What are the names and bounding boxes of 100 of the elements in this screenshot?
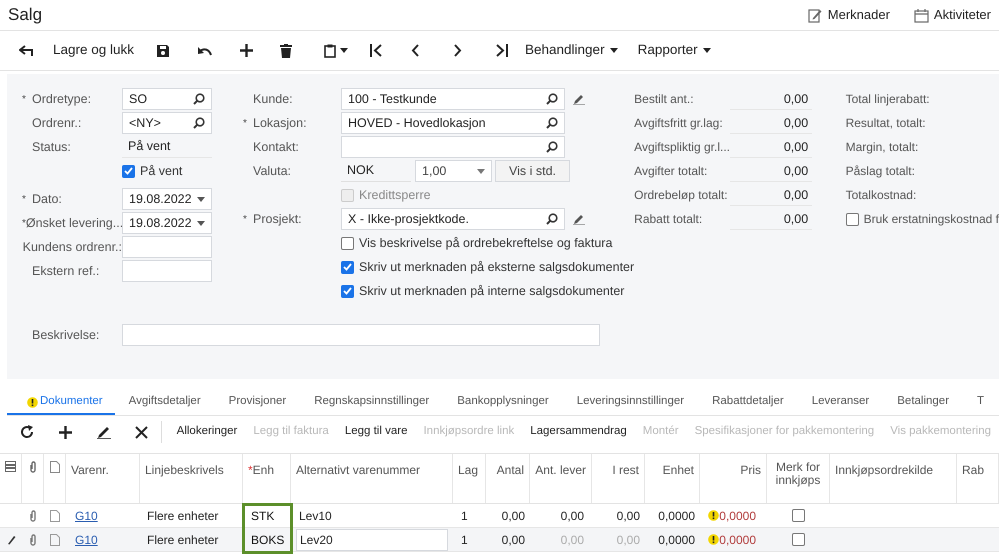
document-icon[interactable] bbox=[50, 534, 60, 546]
search-icon bbox=[546, 93, 558, 105]
summary-label: Avgiftspliktig gr.l... bbox=[634, 139, 730, 156]
toolbar-button[interactable]: Lagersammendrag bbox=[522, 420, 635, 444]
column-header[interactable]: Antal bbox=[496, 464, 524, 477]
checkbox[interactable] bbox=[792, 533, 805, 546]
checkbox-label: Skriv ut merknaden på eksterne salgsdokumenter bbox=[359, 258, 634, 276]
tab[interactable]: Regnskapsinnstillinger bbox=[300, 391, 444, 415]
table-cell-text: 0,0000 bbox=[658, 532, 695, 548]
input-field[interactable]: Lev20 bbox=[296, 528, 448, 550]
column-header[interactable]: Pris bbox=[740, 464, 761, 477]
checkbox[interactable] bbox=[122, 164, 135, 178]
column-header[interactable]: I rest bbox=[612, 464, 639, 477]
lookup-field[interactable] bbox=[341, 136, 566, 158]
tab[interactable]: Avgiftsdetaljer bbox=[114, 391, 215, 415]
lookup-field[interactable]: <NY> bbox=[122, 112, 212, 134]
lookup-field[interactable]: HOVED - Hovedlokasjon bbox=[341, 112, 566, 134]
close-icon bbox=[135, 426, 148, 438]
summary-label: Bestilt ant.: bbox=[634, 91, 695, 108]
tab[interactable]: Dokumenter bbox=[7, 391, 115, 415]
table-cell-text: Lev10 bbox=[299, 508, 332, 524]
paperclip-icon bbox=[28, 461, 36, 473]
column-header[interactable]: Enh bbox=[252, 464, 274, 477]
summary-label: Påslag totalt: bbox=[846, 163, 915, 180]
status-value: På vent bbox=[122, 136, 212, 158]
menu-button[interactable]: Behandlinger bbox=[525, 40, 618, 61]
field-value: X - Ikke-prosjektkode. bbox=[348, 210, 470, 228]
table-cell-text: 0,0000 bbox=[719, 532, 757, 548]
column-header[interactable]: Rab bbox=[962, 464, 984, 477]
checkbox-label: Kredittsperre bbox=[359, 186, 431, 204]
save-close-button[interactable]: Lagre og lukk bbox=[53, 40, 156, 61]
field-label: Kundens ordrenr.: bbox=[22, 238, 122, 256]
column-header[interactable]: Enhet bbox=[662, 464, 694, 477]
column-header[interactable]: Linjebeskrivels bbox=[145, 464, 224, 477]
table-cell-text: 0,00 bbox=[616, 532, 640, 548]
field-value: 19.08.2022 bbox=[129, 214, 193, 232]
plus-icon bbox=[240, 44, 253, 57]
tab[interactable]: Provisjoner bbox=[214, 391, 300, 415]
field-label: Dato: bbox=[32, 190, 62, 208]
menu-button[interactable]: Rapporter bbox=[638, 40, 711, 61]
view-base-button[interactable]: Vis i std. bbox=[495, 160, 570, 182]
summary-label: Margin, totalt: bbox=[846, 139, 918, 156]
field-value: 100 - Testkunde bbox=[348, 90, 438, 108]
checkbox-label: Bruk erstatningskostnad f bbox=[864, 211, 999, 228]
search-icon bbox=[193, 117, 205, 129]
input-field[interactable] bbox=[122, 260, 212, 282]
field-label: Kontakt: bbox=[253, 138, 299, 156]
lookup-field[interactable]: SO bbox=[122, 88, 212, 110]
checkbox[interactable] bbox=[341, 260, 354, 274]
item-link[interactable]: G10 bbox=[75, 506, 98, 524]
column-header[interactable]: Varenr. bbox=[71, 464, 109, 477]
last-page-icon bbox=[495, 44, 508, 57]
rate-dropdown[interactable]: 1,00 bbox=[415, 160, 492, 182]
column-header[interactable]: Innkjøpsordrekilde bbox=[835, 464, 934, 477]
trash-icon bbox=[280, 44, 292, 58]
description-field[interactable] bbox=[122, 324, 600, 346]
tab[interactable]: Leveringsinnstillinger bbox=[562, 391, 698, 415]
grid-settings-icon[interactable] bbox=[5, 461, 16, 472]
paperclip-icon[interactable] bbox=[29, 510, 37, 522]
undo-icon bbox=[197, 46, 212, 56]
warning-icon bbox=[27, 396, 38, 408]
column-header[interactable]: Lag bbox=[458, 464, 478, 477]
pencil-icon[interactable] bbox=[573, 93, 586, 105]
tab[interactable]: Bankopplysninger bbox=[443, 391, 563, 415]
column-header[interactable]: Ant. lever bbox=[535, 464, 586, 477]
date-field[interactable]: 19.08.2022 bbox=[122, 212, 212, 234]
summary-label: Totalkostnad: bbox=[846, 187, 916, 204]
search-icon bbox=[193, 93, 205, 105]
tab[interactable]: Rabattdetaljer bbox=[698, 391, 798, 415]
header-link[interactable]: Merknader bbox=[808, 5, 890, 25]
tab[interactable]: Leveranser bbox=[798, 391, 884, 415]
checkbox[interactable] bbox=[792, 509, 805, 522]
checkbox-label: På vent bbox=[140, 162, 182, 180]
lookup-field[interactable]: 100 - Testkunde bbox=[341, 88, 566, 110]
checkbox[interactable] bbox=[846, 212, 859, 226]
summary-value: 0,00 bbox=[730, 160, 812, 182]
notes-icon bbox=[808, 8, 823, 22]
column-header[interactable]: Alternativt varenummer bbox=[296, 464, 420, 477]
required-mark: * bbox=[243, 116, 248, 130]
field-label: Ønsket levering... bbox=[26, 214, 124, 232]
summary-label: Ordrebeløp totalt: bbox=[634, 187, 729, 204]
date-field[interactable]: 19.08.2022 bbox=[122, 188, 212, 210]
input-field[interactable] bbox=[122, 236, 212, 258]
tab[interactable]: T bbox=[963, 391, 998, 415]
paperclip-icon[interactable] bbox=[29, 534, 37, 546]
item-link[interactable]: G10 bbox=[75, 530, 98, 548]
toolbar-button[interactable]: Legg til vare bbox=[336, 420, 416, 444]
summary-value: 0,00 bbox=[730, 112, 812, 134]
checkbox-label: Vis beskrivelse på ordrebekreftelse og faktura bbox=[359, 234, 612, 252]
table-cell-text: 0,0000 bbox=[658, 508, 695, 524]
checkbox[interactable] bbox=[341, 284, 354, 298]
checkbox[interactable] bbox=[341, 236, 354, 250]
header-link[interactable]: Aktiviteter bbox=[914, 5, 991, 25]
caret-icon bbox=[702, 48, 711, 53]
toolbar-button[interactable]: Allokeringer bbox=[168, 420, 246, 444]
pencil-icon[interactable] bbox=[573, 213, 586, 225]
tab[interactable]: Betalinger bbox=[883, 391, 964, 415]
document-icon[interactable] bbox=[50, 510, 60, 522]
column-header[interactable]: Merk for innkjøps bbox=[772, 461, 824, 487]
lookup-field[interactable]: X - Ikke-prosjektkode. bbox=[341, 208, 566, 230]
